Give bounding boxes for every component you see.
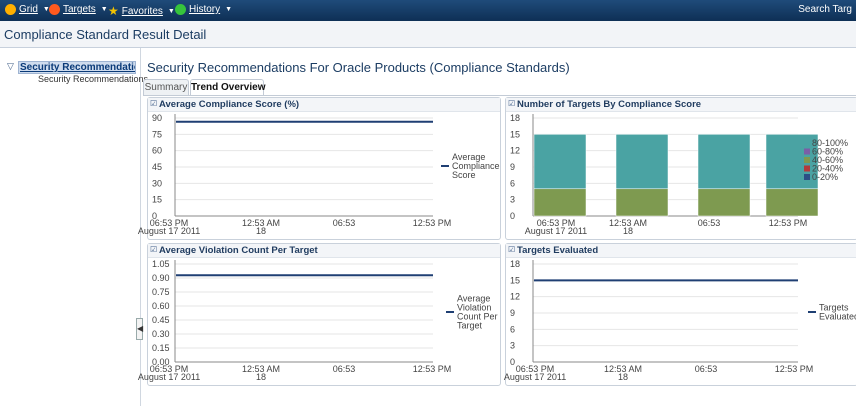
- y-tick-label: 0.90: [152, 273, 170, 283]
- legend-label: Evaluated: [819, 312, 856, 322]
- tab-summary[interactable]: Summary: [143, 79, 189, 96]
- legend-label: 0-20%: [812, 172, 838, 182]
- x-tick-sublabel: August 17 2011: [504, 372, 566, 382]
- y-tick-label: 45: [152, 162, 162, 172]
- collapse-sidebar-handle[interactable]: ◀: [136, 318, 143, 340]
- bar-segment: [697, 134, 751, 190]
- targets-menu[interactable]: Targets ▼: [49, 4, 108, 15]
- bar-segment: [615, 134, 669, 190]
- bar-segment: [615, 188, 669, 217]
- legend-swatch: [804, 174, 810, 180]
- x-tick-label: 12:53 PM: [413, 364, 452, 374]
- x-tick-label: 06:53: [333, 218, 356, 228]
- grid-icon: [5, 4, 16, 15]
- x-tick-label: 12:53 PM: [413, 218, 452, 228]
- y-tick-label: 12: [510, 292, 520, 302]
- chart-panel-avg-violation: ☑ Average Violation Count Per Target 1.0…: [138, 243, 501, 386]
- tab-divider: [143, 95, 856, 96]
- y-tick-label: 12: [510, 146, 520, 156]
- x-tick-sublabel: 18: [618, 372, 628, 382]
- history-menu-label: History: [189, 4, 221, 15]
- y-tick-label: 30: [152, 178, 162, 188]
- chevron-down-icon: ▼: [100, 6, 108, 13]
- legend-swatch: [804, 165, 810, 172]
- x-tick-sublabel: 18: [256, 226, 266, 236]
- x-tick-sublabel: 18: [623, 226, 633, 236]
- targets-menu-label: Targets: [63, 4, 96, 15]
- legend-swatch: [804, 157, 810, 163]
- chevron-down-icon: ▼: [225, 6, 233, 13]
- history-icon: [175, 4, 186, 15]
- y-tick-label: 9: [510, 308, 515, 318]
- bar-segment: [533, 134, 587, 190]
- chart-panel-targets-by-score: ☑ Number of Targets By Compliance Score …: [505, 97, 856, 240]
- y-tick-label: 18: [510, 259, 520, 269]
- chart-panel-targets-evaluated: ☑ Targets Evaluated 18 15 12 9 6 3 0 06:53 PM Au…: [504, 243, 856, 386]
- legend-label: Target: [457, 321, 483, 331]
- y-tick-label: 75: [152, 129, 162, 139]
- chevron-down-icon: ▼: [167, 7, 175, 15]
- y-tick-label: 3: [510, 341, 515, 351]
- y-tick-label: 60: [152, 146, 162, 156]
- tree-node-security-recommendations[interactable]: Security Recommendations Fo: [18, 61, 136, 74]
- favorites-menu[interactable]: ★ Favorites ▼: [108, 4, 175, 18]
- history-menu[interactable]: History ▼: [175, 4, 232, 15]
- legend-swatch: [804, 140, 810, 146]
- main-title: Security Recommendations For Oracle Prod…: [147, 60, 570, 75]
- star-icon: ★: [108, 4, 119, 18]
- legend-swatch: [804, 148, 810, 155]
- targets-icon: [49, 4, 60, 15]
- targets-by-score-chart: 181512963006:53 PMAugust 17 201112:53 AM…: [510, 113, 848, 236]
- x-tick-sublabel: August 17 2011: [525, 226, 587, 236]
- y-tick-label: 3: [510, 195, 515, 205]
- chart-panel-avg-compliance: ☑ Average Compliance Score (%) 90 75 60 45 3…: [138, 97, 501, 240]
- avg-violation-chart: 1.050.900.750.600.450.300.150.0006:53 PM…: [138, 259, 498, 382]
- y-tick-label: 90: [152, 113, 162, 123]
- targets-evaluated-chart: 181512963006:53 PMAugust 17 201112:53 AM…: [504, 259, 856, 382]
- page-title: Compliance Standard Result Detail: [4, 27, 207, 42]
- y-tick-label: 15: [510, 129, 520, 139]
- y-tick-label: 6: [510, 324, 515, 334]
- grid-menu-label: Grid: [19, 4, 38, 15]
- x-tick-sublabel: August 17 2011: [138, 226, 200, 236]
- y-tick-label: 9: [510, 162, 515, 172]
- y-tick-label: 15: [510, 275, 520, 285]
- bar-segment: [765, 188, 819, 217]
- y-tick-label: 0.30: [152, 329, 170, 339]
- sidebar: ▽ Security Recommendations Fo Security R…: [0, 48, 148, 406]
- x-tick-label: 12:53 PM: [769, 218, 808, 228]
- y-tick-label: 0: [510, 357, 515, 367]
- x-tick-sublabel: August 17 2011: [138, 372, 200, 382]
- x-tick-sublabel: 18: [256, 372, 266, 382]
- y-tick-label: 0.15: [152, 343, 170, 353]
- search-targets-link[interactable]: Search Targ: [798, 4, 852, 15]
- y-tick-label: 0.60: [152, 301, 170, 311]
- tab-trend-overview[interactable]: Trend Overview: [190, 79, 265, 96]
- x-tick-label: 06:53: [698, 218, 721, 228]
- legend-label: Score: [452, 170, 476, 180]
- bar-segment: [697, 188, 751, 217]
- tree-expand-icon[interactable]: ▽: [7, 61, 14, 72]
- global-menu-bar: Grid ▼ Targets ▼ ★ Favorites ▼ History ▼…: [0, 0, 856, 21]
- y-tick-label: 15: [152, 195, 162, 205]
- bar-segment: [765, 134, 819, 190]
- y-tick-label: 0.75: [152, 287, 170, 297]
- bar-segment: [533, 188, 587, 217]
- y-tick-label: 0.45: [152, 315, 170, 325]
- y-tick-label: 1.05: [152, 259, 170, 269]
- x-tick-label: 06:53: [333, 364, 356, 374]
- y-tick-label: 6: [510, 178, 515, 188]
- tree-node-child[interactable]: Security Recommendations: [38, 74, 148, 84]
- y-tick-label: 0: [510, 211, 515, 221]
- favorites-menu-label: Favorites: [121, 5, 163, 17]
- x-tick-label: 06:53: [695, 364, 718, 374]
- x-tick-label: 12:53 PM: [775, 364, 814, 374]
- avg-compliance-chart: 907560453015006:53 PMAugust 17 201112:53…: [138, 113, 500, 236]
- page-header: Compliance Standard Result Detail: [0, 21, 856, 48]
- grid-menu[interactable]: Grid ▼: [5, 4, 50, 15]
- y-tick-label: 18: [510, 113, 520, 123]
